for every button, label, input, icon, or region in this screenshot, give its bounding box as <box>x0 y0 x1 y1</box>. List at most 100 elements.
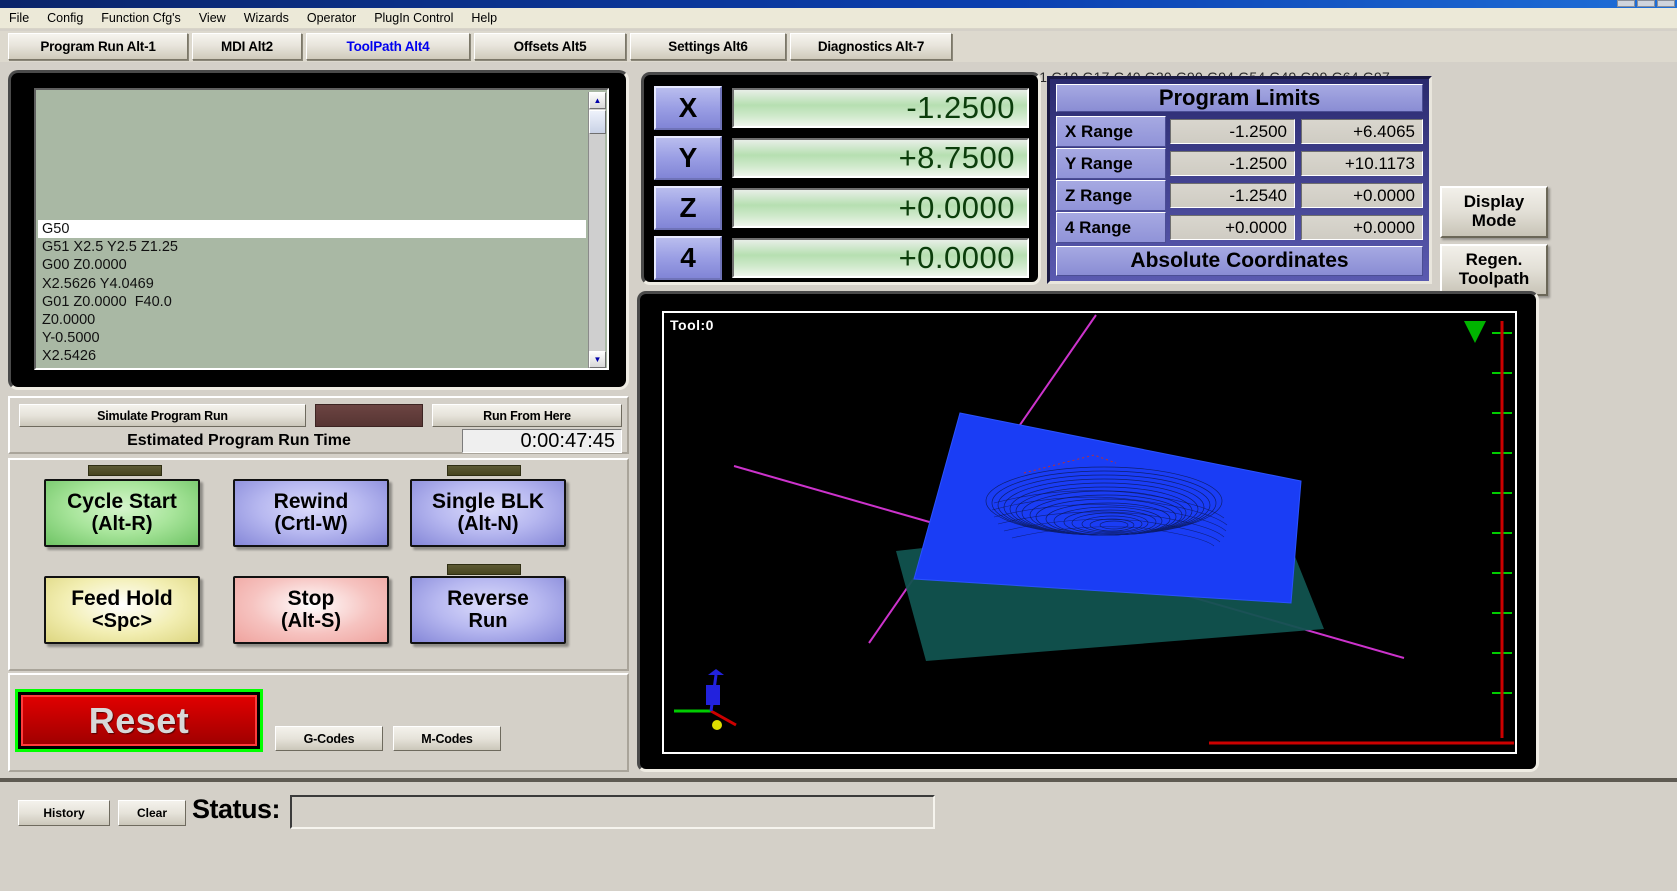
menu-item-operator[interactable]: Operator <box>298 9 365 27</box>
button-label-line2: <Spc> <box>91 609 153 632</box>
menu-bar: File Config Function Cfg's View Wizards … <box>0 8 1677 29</box>
button-label-line2: Run <box>468 609 508 632</box>
limits-max-x[interactable]: +6.4065 <box>1301 119 1423 144</box>
gcode-line[interactable]: G00 Z0.0000 <box>38 256 586 274</box>
gcode-line[interactable]: Y-0.5000 <box>38 329 586 347</box>
gcode-line[interactable]: Z0.0000 <box>38 311 586 329</box>
menu-item-function-cfgs[interactable]: Function Cfg's <box>92 9 190 27</box>
limits-min-y[interactable]: -1.2500 <box>1170 151 1295 176</box>
limits-max-z[interactable]: +0.0000 <box>1301 183 1423 208</box>
reset-panel: Reset G-Codes M-Codes <box>8 673 629 772</box>
button-label-line1: Reverse <box>447 586 529 610</box>
tab-program-run[interactable]: Program Run Alt-1 <box>8 33 188 60</box>
run-control-panel: Cycle Start (Alt-R) Rewind (Crtl-W) Sing… <box>8 458 629 671</box>
reverse-run-button[interactable]: Reverse Run <box>410 576 566 644</box>
gcode-line[interactable]: X2.5426 <box>38 347 586 365</box>
menu-item-plugin-control[interactable]: PlugIn Control <box>365 9 462 27</box>
stock-block <box>914 413 1301 603</box>
absolute-coordinates-label: Absolute Coordinates <box>1056 246 1423 276</box>
tab-toolpath[interactable]: ToolPath Alt4 <box>306 33 470 60</box>
gcode-line[interactable]: G51 X2.5 Y2.5 Z1.25 <box>38 238 586 256</box>
minimize-button[interactable] <box>1617 0 1635 7</box>
maximize-button[interactable] <box>1637 0 1655 7</box>
scrollbar-thumb[interactable] <box>589 110 606 134</box>
window-controls <box>1617 0 1675 7</box>
bottom-status-bar: History Clear Status: Profile: Mach3Mill <box>0 782 1677 891</box>
reset-button[interactable]: Reset <box>15 689 263 752</box>
menu-item-wizards[interactable]: Wizards <box>235 9 298 27</box>
scroll-down-icon[interactable]: ▼ <box>589 351 606 368</box>
history-button[interactable]: History <box>18 800 110 826</box>
tab-offsets[interactable]: Offsets Alt5 <box>474 33 626 60</box>
tab-diagnostics[interactable]: Diagnostics Alt-7 <box>790 33 952 60</box>
menu-item-file[interactable]: File <box>0 9 38 27</box>
button-label-line2: (Alt-R) <box>91 512 153 535</box>
gcode-line[interactable]: G01 Z0.0000 F40.0 <box>38 293 586 311</box>
dro-row-4: 4 +0.0000 <box>654 236 1029 280</box>
single-block-led <box>447 465 521 476</box>
limits-max-4[interactable]: +0.0000 <box>1301 215 1423 240</box>
cycle-start-button[interactable]: Cycle Start (Alt-R) <box>44 479 200 547</box>
limits-row-4: 4 Range +0.0000 +0.0000 <box>1056 212 1423 243</box>
clear-button[interactable]: Clear <box>118 800 186 826</box>
status-zone: History Clear Status: <box>8 788 993 834</box>
regen-toolpath-button[interactable]: Regen. Toolpath <box>1440 244 1548 296</box>
limits-min-x[interactable]: -1.2500 <box>1170 119 1295 144</box>
button-label-line1: Stop <box>287 586 335 610</box>
toolpath-render <box>674 314 1514 745</box>
toolpath-viewport[interactable]: Tool:0 <box>662 311 1517 754</box>
limits-label-y: Y Range <box>1056 148 1166 179</box>
dro-value-y[interactable]: +8.7500 <box>732 138 1029 178</box>
axis-label-y[interactable]: Y <box>654 136 722 180</box>
tab-mdi[interactable]: MDI Alt2 <box>192 33 302 60</box>
tool-position-marker <box>1464 321 1486 343</box>
menu-item-help[interactable]: Help <box>462 9 506 27</box>
limits-row-x: X Range -1.2500 +6.4065 <box>1056 116 1423 147</box>
program-progress-led <box>315 404 423 427</box>
program-limits-panel: Program Limits X Range -1.2500 +6.4065 Y… <box>1047 76 1432 284</box>
display-mode-button[interactable]: Display Mode <box>1440 186 1548 238</box>
axis-label-4[interactable]: 4 <box>654 236 722 280</box>
stop-button[interactable]: Stop (Alt-S) <box>233 576 389 644</box>
mach3-window: File Config Function Cfg's View Wizards … <box>0 0 1677 891</box>
run-from-here-button[interactable]: Run From Here <box>432 404 622 427</box>
gcode-scrollbar[interactable]: ▲ ▼ <box>588 92 606 368</box>
display-mode-line1: Display <box>1463 192 1525 212</box>
axis-label-x[interactable]: X <box>654 86 722 130</box>
window-title-bar <box>0 0 1677 8</box>
simulate-program-run-button[interactable]: Simulate Program Run <box>19 404 306 427</box>
dro-row-x: X -1.2500 <box>654 86 1029 130</box>
gcode-line[interactable]: X2.5626 Y4.0469 <box>38 275 586 293</box>
regen-line1: Regen. <box>1465 250 1523 270</box>
dro-value-x[interactable]: -1.2500 <box>732 88 1029 128</box>
menu-item-view[interactable]: View <box>190 9 235 27</box>
limits-min-z[interactable]: -1.2540 <box>1170 183 1295 208</box>
status-field[interactable] <box>290 795 935 829</box>
estimated-runtime-label: Estimated Program Run Time <box>127 432 351 449</box>
tab-settings[interactable]: Settings Alt6 <box>630 33 786 60</box>
mcodes-button[interactable]: M-Codes <box>393 726 501 751</box>
dro-value-z[interactable]: +0.0000 <box>732 188 1029 228</box>
dro-row-z: Z +0.0000 <box>654 186 1029 230</box>
simulate-runtime-panel: Simulate Program Run Run From Here Estim… <box>8 396 629 454</box>
gcode-list-frame: G50 G51 X2.5 Y2.5 Z1.25 G00 Z0.0000 X2.5… <box>34 88 609 370</box>
axis-label-z[interactable]: Z <box>654 186 722 230</box>
close-button[interactable] <box>1657 0 1675 7</box>
limits-min-4[interactable]: +0.0000 <box>1170 215 1295 240</box>
cycle-start-led <box>88 465 162 476</box>
single-block-button[interactable]: Single BLK (Alt-N) <box>410 479 566 547</box>
menu-item-config[interactable]: Config <box>38 9 92 27</box>
limits-max-y[interactable]: +10.1173 <box>1301 151 1423 176</box>
limits-row-z: Z Range -1.2540 +0.0000 <box>1056 180 1423 211</box>
feed-hold-button[interactable]: Feed Hold <Spc> <box>44 576 200 644</box>
gcode-line[interactable]: Y4.0469 <box>38 366 586 369</box>
regen-line2: Toolpath <box>1458 269 1530 288</box>
scroll-up-icon[interactable]: ▲ <box>589 92 606 109</box>
gcodes-button[interactable]: G-Codes <box>275 726 383 751</box>
dro-value-4[interactable]: +0.0000 <box>732 238 1029 278</box>
dro-panel: X -1.2500 Y +8.7500 Z +0.0000 4 +0.0000 <box>641 72 1041 285</box>
gcode-line[interactable]: G50 <box>38 220 586 239</box>
rewind-button[interactable]: Rewind (Crtl-W) <box>233 479 389 547</box>
gcode-list[interactable]: G50 G51 X2.5 Y2.5 Z1.25 G00 Z0.0000 X2.5… <box>38 92 586 368</box>
dro-row-y: Y +8.7500 <box>654 136 1029 180</box>
